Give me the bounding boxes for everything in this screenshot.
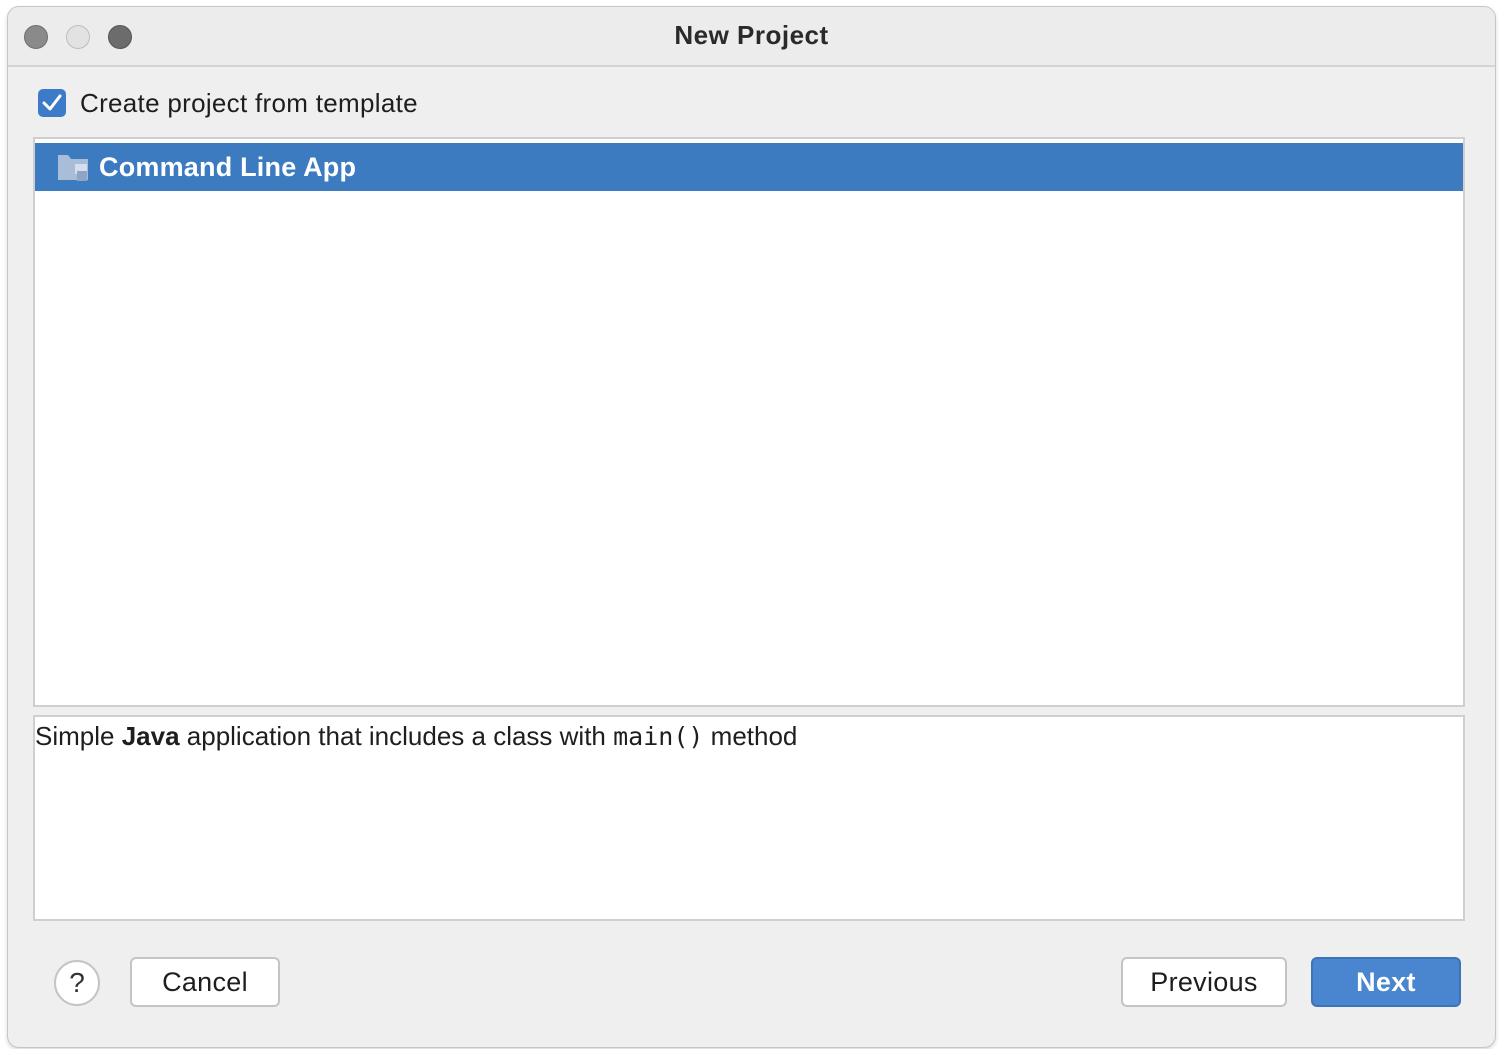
checkmark-icon [42,94,62,111]
cancel-button[interactable]: Cancel [130,957,280,1007]
create-from-template-label: Create project from template [80,87,418,118]
create-from-template-row[interactable]: Create project from template [38,87,418,119]
folder-template-icon [57,152,89,182]
template-item-command-line-app[interactable]: Command Line App [35,143,1463,191]
create-from-template-checkbox[interactable] [38,89,66,117]
description-language: Java [121,721,180,751]
template-item-label: Command Line App [99,151,357,182]
description-prefix: Simple [35,721,122,751]
title-bar: New Project [8,7,1495,67]
help-button[interactable]: ? [54,960,100,1006]
new-project-dialog: New Project Create project from template… [7,6,1496,1048]
next-button[interactable]: Next [1311,957,1461,1007]
description-code: main() [613,722,704,751]
template-list: Command Line App [33,137,1465,707]
window-title: New Project [674,20,829,50]
description-middle: application that includes a class with [179,721,614,751]
previous-button[interactable]: Previous [1121,957,1287,1007]
description-suffix: method [703,721,798,751]
template-description: Simple Java application that includes a … [35,721,797,752]
template-description-panel: Simple Java application that includes a … [33,715,1465,921]
